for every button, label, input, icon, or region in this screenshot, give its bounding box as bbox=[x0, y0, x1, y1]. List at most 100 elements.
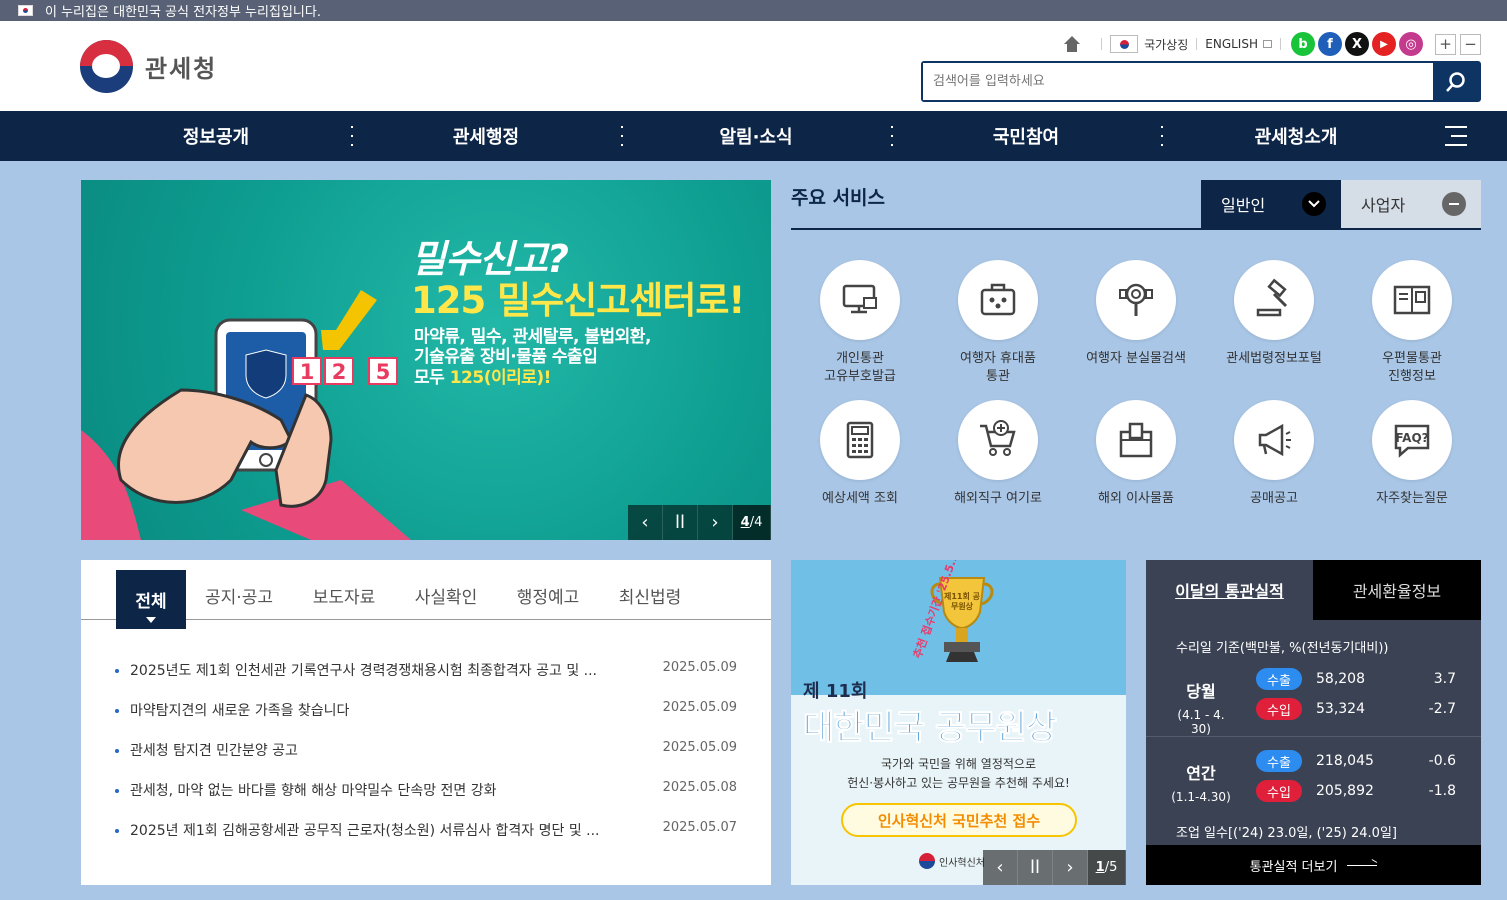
service-item[interactable]: 개인통관 고유부호발급 bbox=[795, 260, 925, 386]
stats-basis: 수리일 기준(백만불, %(전년동기대비)) bbox=[1176, 641, 1389, 656]
monthly-import-value: 53,324 bbox=[1316, 701, 1365, 717]
tab-press[interactable]: 보도자료 bbox=[301, 570, 387, 620]
zoom-out-button[interactable]: − bbox=[1460, 33, 1481, 55]
notice-title[interactable]: 2025년 제1회 김해공항세관 공무직 근로자(청소원) 서류심사 합격자 명… bbox=[130, 820, 630, 840]
promo-counter-total: /5 bbox=[1104, 860, 1118, 875]
korea-flag-icon bbox=[1110, 35, 1139, 53]
list-item[interactable]: 2025년도 제1회 인천세관 기록연구사 경력경쟁채용시험 최종합격자 공고 … bbox=[115, 660, 737, 700]
service-item[interactable]: 여행자 분실물검색 bbox=[1071, 260, 1201, 368]
notice-title[interactable]: 마약탐지견의 새로운 가족을 찾습니다 bbox=[130, 700, 630, 720]
magnifier-search-icon bbox=[1096, 260, 1176, 340]
service-label: 해외직구 여기로 bbox=[954, 491, 1042, 506]
promo-prev-button[interactable]: ‹ bbox=[983, 850, 1018, 885]
promo-title: 대한민국 공무원상 bbox=[802, 708, 1057, 749]
tab-monthly-customs[interactable]: 이달의 통관실적 bbox=[1146, 560, 1313, 620]
services-divider bbox=[791, 228, 1481, 230]
service-label: 우편물통관 진행정보 bbox=[1382, 351, 1442, 384]
service-item[interactable]: 공매공고 bbox=[1209, 400, 1339, 508]
divider bbox=[1280, 38, 1281, 50]
working-days: 조업 일수[('24) 23.0일, ('25) 24.0일] bbox=[1176, 826, 1397, 841]
hamburger-menu-icon[interactable] bbox=[1445, 126, 1467, 146]
banner-counter: 4/4 bbox=[733, 505, 771, 540]
notice-date: 2025.05.07 bbox=[662, 820, 737, 835]
nav-item-about[interactable]: 관세청소개 bbox=[1161, 111, 1431, 161]
tab-admin-notice[interactable]: 행정예고 bbox=[505, 570, 591, 620]
monthly-export-row: 수출 58,208 3.7 bbox=[1256, 668, 1456, 690]
gov-banner[interactable]: 이 누리집은 대한민국 공식 전자정부 누리집입니다. bbox=[0, 0, 1507, 21]
tab-latest-law[interactable]: 최신법령 bbox=[607, 570, 693, 620]
arrow-right-icon bbox=[1347, 864, 1378, 866]
tab-fact-check[interactable]: 사실확인 bbox=[403, 570, 489, 620]
promo-pause-button[interactable]: ll bbox=[1018, 850, 1053, 885]
service-label: 관세법령정보포털 bbox=[1226, 351, 1322, 366]
monthly-export-pct: 3.7 bbox=[1433, 671, 1456, 687]
import-badge: 수입 bbox=[1256, 698, 1302, 720]
zoom-controls: + − bbox=[1435, 33, 1481, 55]
notice-title[interactable]: 2025년도 제1회 인천세관 기록연구사 경력경쟁채용시험 최종합격자 공고 … bbox=[130, 660, 630, 680]
english-label: ENGLISH bbox=[1205, 37, 1258, 51]
promo-banner[interactable]: 제11회 공무원상 추천 접수기간 '25.5.14(수) 까지 제 11회 대… bbox=[791, 560, 1126, 885]
shopping-cart-icon bbox=[958, 400, 1038, 480]
chevron-down-icon bbox=[1302, 192, 1326, 216]
search-button[interactable] bbox=[1433, 63, 1479, 100]
yearly-period: (1.1-4.30) bbox=[1171, 790, 1231, 804]
tab-notices[interactable]: 공지·공고 bbox=[196, 570, 282, 620]
site-logo[interactable]: 관세청 bbox=[80, 40, 217, 93]
promo-next-button[interactable]: › bbox=[1053, 850, 1088, 885]
service-item[interactable]: 해외직구 여기로 bbox=[933, 400, 1063, 508]
banner-pause-button[interactable]: ll bbox=[663, 505, 698, 540]
nav-item-admin[interactable]: 관세행정 bbox=[351, 111, 621, 161]
search-input[interactable] bbox=[923, 63, 1433, 100]
national-symbol-link[interactable]: 국가상징 bbox=[1110, 35, 1188, 53]
faq-bubble-icon: FAQ? bbox=[1372, 400, 1452, 480]
facebook-icon[interactable]: f bbox=[1318, 32, 1342, 56]
instagram-icon[interactable]: ◎ bbox=[1399, 32, 1423, 56]
yearly-label: 연간 bbox=[1186, 764, 1216, 783]
service-item[interactable]: FAQ? 자주찾는질문 bbox=[1347, 400, 1477, 508]
monthly-import-row: 수입 53,324 -2.7 bbox=[1256, 698, 1456, 720]
list-item[interactable]: 2025년 제1회 김해공항세관 공무직 근로자(청소원) 서류심사 합격자 명… bbox=[115, 820, 737, 860]
service-item[interactable]: 해외 이사물품 bbox=[1071, 400, 1201, 508]
tab-business[interactable]: 사업자 bbox=[1341, 180, 1481, 228]
blog-icon[interactable]: b bbox=[1291, 32, 1315, 56]
service-item[interactable]: 우편물통관 진행정보 bbox=[1347, 260, 1477, 386]
megaphone-icon bbox=[1234, 400, 1314, 480]
suitcase-icon bbox=[958, 260, 1038, 340]
yearly-import-value: 205,892 bbox=[1316, 783, 1374, 799]
moving-box-icon bbox=[1096, 400, 1176, 480]
nav-item-participation[interactable]: 국민참여 bbox=[891, 111, 1161, 161]
notice-title[interactable]: 관세청, 마약 없는 바다를 향해 해상 마약밀수 단속망 전면 강화 bbox=[130, 780, 630, 800]
list-item[interactable]: 관세청 탐지견 민간분양 공고 2025.05.09 bbox=[115, 740, 737, 780]
x-icon[interactable]: X bbox=[1345, 32, 1369, 56]
nav-item-news[interactable]: 알림·소식 bbox=[621, 111, 891, 161]
youtube-icon[interactable]: ▶ bbox=[1372, 32, 1396, 56]
notice-title[interactable]: 관세청 탐지견 민간분양 공고 bbox=[130, 740, 630, 760]
notice-list: 2025년도 제1회 인천세관 기록연구사 경력경쟁채용시험 최종합격자 공고 … bbox=[115, 660, 737, 860]
zoom-in-button[interactable]: + bbox=[1435, 33, 1456, 55]
service-label: 여행자 분실물검색 bbox=[1086, 351, 1186, 366]
service-item[interactable]: 여행자 휴대품 통관 bbox=[933, 260, 1063, 386]
home-icon[interactable] bbox=[1063, 36, 1081, 52]
service-item[interactable]: 예상세액 조회 bbox=[795, 400, 925, 508]
service-item[interactable]: 관세법령정보포털 bbox=[1209, 260, 1339, 368]
promo-sub-1: 국가와 국민을 위해 열정적으로 bbox=[881, 757, 1036, 771]
yearly-export-pct: -0.6 bbox=[1428, 753, 1456, 769]
banner-prev-button[interactable]: ‹ bbox=[628, 505, 663, 540]
stats-more-button[interactable]: 통관실적 더보기 bbox=[1146, 845, 1481, 885]
english-link[interactable]: ENGLISH bbox=[1205, 37, 1272, 51]
customs-stats-panel: 이달의 통관실적 관세환율정보 수리일 기준(백만불, %(전년동기대비)) 당… bbox=[1146, 560, 1481, 885]
korea-flag-icon bbox=[18, 5, 33, 16]
banner-counter-total: /4 bbox=[749, 515, 763, 530]
tab-exchange-rate[interactable]: 관세환율정보 bbox=[1313, 560, 1481, 620]
promo-org: 인사혁신처 bbox=[919, 853, 985, 869]
list-item[interactable]: 관세청, 마약 없는 바다를 향해 해상 마약밀수 단속망 전면 강화 2025.… bbox=[115, 780, 737, 820]
nav-item-info[interactable]: 정보공개 bbox=[81, 111, 351, 161]
tab-general[interactable]: 일반인 bbox=[1201, 180, 1341, 228]
svg-text:2: 2 bbox=[332, 360, 347, 384]
tab-all[interactable]: 전체 bbox=[116, 570, 186, 629]
promo-counter-current: 1 bbox=[1095, 860, 1105, 875]
banner-next-button[interactable]: › bbox=[698, 505, 733, 540]
promo-cta[interactable]: 인사혁신처 국민추천 접수 bbox=[841, 803, 1077, 837]
list-item[interactable]: 마약탐지견의 새로운 가족을 찾습니다 2025.05.09 bbox=[115, 700, 737, 740]
main-banner[interactable]: 1 2 5 밀수신고? 125 밀수신고센터로! 마약류, 밀수, 관세탈루, … bbox=[81, 180, 771, 540]
